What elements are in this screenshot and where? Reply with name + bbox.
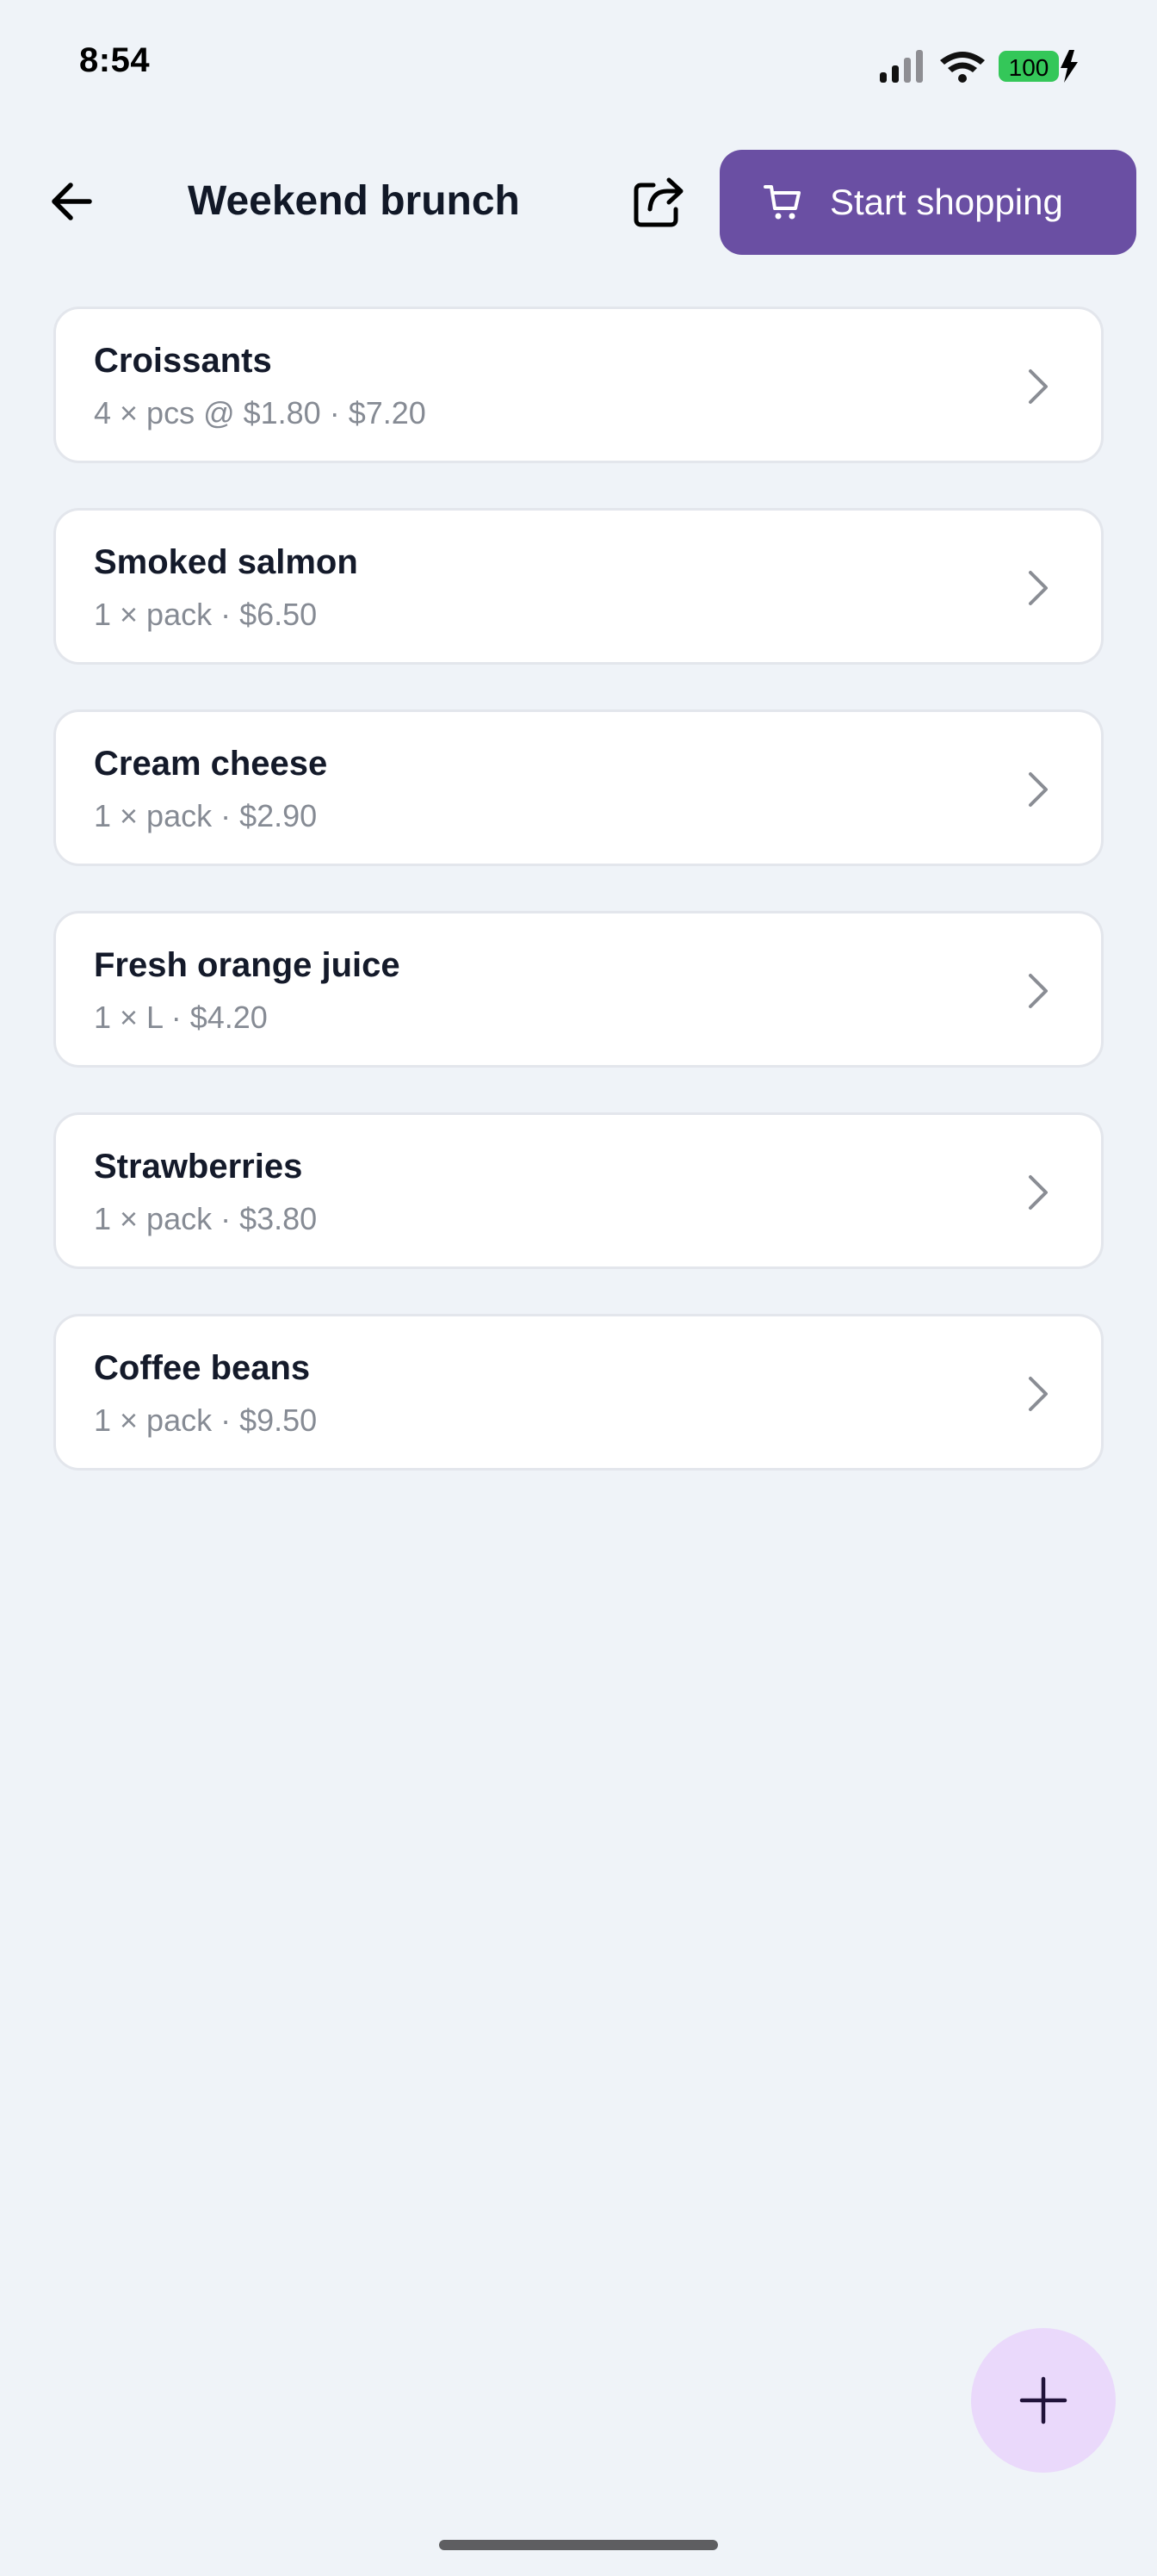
item-detail: 1 × pack · $3.80 [94, 1201, 318, 1236]
charging-bolt-icon [1061, 50, 1078, 83]
list-item[interactable]: Cream cheese 1 × pack · $2.90 [53, 709, 1104, 866]
signal-icon [880, 50, 923, 83]
add-item-button[interactable] [971, 2328, 1116, 2473]
list-item[interactable]: Smoked salmon 1 × pack · $6.50 [53, 508, 1104, 665]
chevron-right-icon [1029, 1175, 1048, 1210]
item-detail: 1 × pack · $6.50 [94, 597, 318, 632]
chevron-right-icon [1029, 974, 1048, 1008]
cart-icon [763, 182, 804, 223]
item-name: Croissants [94, 342, 272, 380]
item-name: Fresh orange juice [94, 946, 400, 984]
item-name: Coffee beans [94, 1349, 311, 1387]
arrow-left-icon [52, 183, 92, 220]
list-item[interactable]: Fresh orange juice 1 × L · $4.20 [53, 911, 1104, 1068]
chevron-right-icon [1029, 571, 1048, 605]
item-name: Cream cheese [94, 745, 328, 783]
chevron-right-icon [1029, 1377, 1048, 1411]
header: Weekend brunch Start shopping [0, 146, 1157, 258]
battery-level: 100 [1009, 54, 1049, 81]
shopping-list: Croissants 4 × pcs @ $1.80 · $7.20 Smoke… [53, 307, 1104, 1515]
chevron-right-icon [1029, 369, 1048, 404]
status-time: 8:54 [79, 41, 151, 79]
start-shopping-button[interactable]: Start shopping [720, 150, 1136, 255]
item-detail: 4 × pcs @ $1.80 · $7.20 [94, 395, 426, 430]
item-name: Smoked salmon [94, 543, 358, 581]
chevron-right-icon [1029, 772, 1048, 807]
status-bar: 8:54 100 [0, 0, 1157, 129]
item-detail: 1 × L · $4.20 [94, 1000, 268, 1035]
list-item[interactable]: Croissants 4 × pcs @ $1.80 · $7.20 [53, 307, 1104, 463]
plus-icon [1019, 2376, 1067, 2424]
item-detail: 1 × pack · $2.90 [94, 798, 318, 833]
share-button[interactable] [628, 172, 689, 232]
battery-icon: 100 [999, 51, 1059, 82]
share-icon [634, 177, 684, 227]
wifi-icon [940, 52, 985, 83]
start-shopping-label: Start shopping [830, 182, 1063, 222]
list-item[interactable]: Coffee beans 1 × pack · $9.50 [53, 1314, 1104, 1471]
item-name: Strawberries [94, 1148, 303, 1186]
status-icons: 100 [878, 46, 1085, 86]
home-indicator[interactable] [439, 2540, 718, 2550]
page-title: Weekend brunch [188, 178, 520, 224]
item-detail: 1 × pack · $9.50 [94, 1403, 318, 1438]
list-item[interactable]: Strawberries 1 × pack · $3.80 [53, 1112, 1104, 1269]
back-button[interactable] [43, 172, 102, 231]
